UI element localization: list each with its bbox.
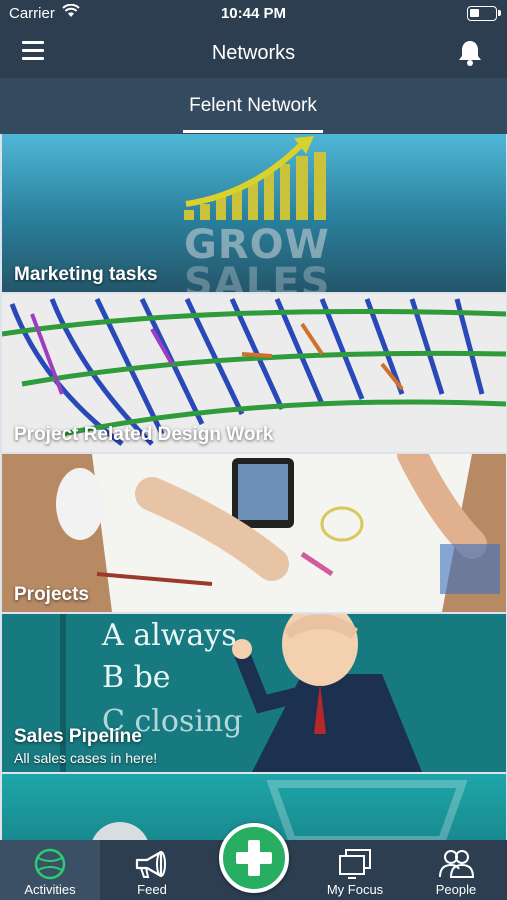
people-icon <box>439 850 475 878</box>
card-title: Projects <box>14 584 89 605</box>
status-bar: Carrier 10:44 PM <box>0 0 507 30</box>
plus-icon <box>236 840 272 876</box>
card-title: Sales Pipeline <box>14 726 142 747</box>
tab-felent-network[interactable]: Felent Network <box>183 78 323 134</box>
card-title: Project Related Design Work <box>14 424 274 445</box>
card-projects[interactable]: Projects <box>2 454 506 612</box>
tab-label: Feed <box>137 882 167 897</box>
tab-people[interactable]: People <box>406 840 506 900</box>
salesman-chalkboard-image <box>2 614 506 772</box>
card-sales-pipeline[interactable]: A always B be C closing Sales Pipeline A… <box>2 614 506 772</box>
bell-icon[interactable] <box>457 39 483 67</box>
card-project-related-design-work[interactable]: Project Related Design Work <box>2 294 506 452</box>
tab-activities[interactable]: Activities <box>0 840 100 900</box>
tab-feed[interactable]: Feed <box>102 840 202 900</box>
network-card-list: GROW SALES Marketing tasks Project Relat… <box>0 134 507 840</box>
megaphone-icon <box>135 850 166 878</box>
battery-icon <box>467 6 501 21</box>
network-tab-strip: Felent Network <box>0 78 507 134</box>
card-subtitle: All sales cases in here! <box>14 750 158 766</box>
monitor-icon <box>339 849 371 879</box>
clock: 10:44 PM <box>220 5 287 22</box>
tab-label: My Focus <box>326 882 384 897</box>
chalk-line-1: A always <box>102 618 237 653</box>
card-image-text-sales: SALES <box>184 260 331 292</box>
nav-bar: Networks <box>0 30 507 78</box>
chalk-line-2: B be <box>102 660 171 695</box>
tennis-ball-icon <box>34 848 66 880</box>
card-marketing-tasks[interactable]: GROW SALES Marketing tasks <box>2 134 506 292</box>
tab-label: People <box>435 882 477 897</box>
add-button[interactable] <box>219 823 289 893</box>
tab-label: Activities <box>24 882 76 897</box>
tab-my-focus[interactable]: My Focus <box>305 840 405 900</box>
card-title: Marketing tasks <box>14 264 158 285</box>
page-title: Networks <box>211 42 296 64</box>
